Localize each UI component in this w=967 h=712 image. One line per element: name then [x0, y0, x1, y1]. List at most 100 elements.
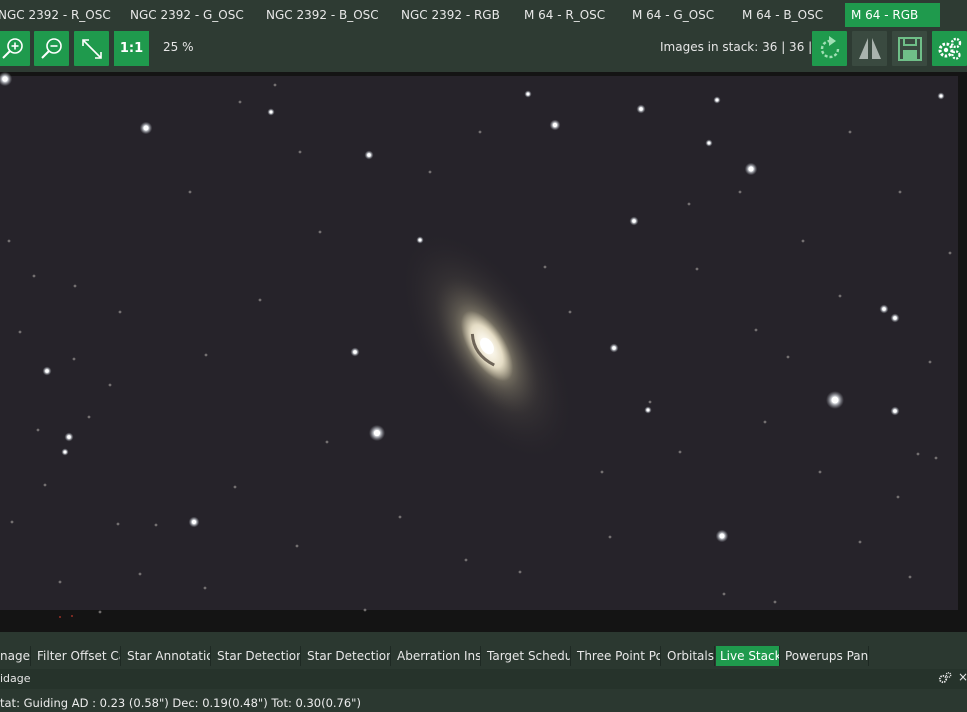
star-core [67, 435, 71, 439]
faint-star [18, 330, 22, 334]
image-tab-ngc2392-b[interactable]: NGC 2392 - B_OSC [260, 3, 388, 27]
zoom-in-icon [1, 37, 23, 59]
fit-to-window-icon [81, 38, 102, 59]
hot-pixel [59, 616, 61, 618]
close-icon[interactable]: × [958, 670, 967, 684]
panel-tab-powerups[interactable]: Powerups Pane [781, 646, 869, 666]
star-core [143, 125, 149, 131]
zoom-in-button[interactable] [0, 31, 30, 66]
star-core [893, 409, 897, 413]
panel-tab-star-detection-2[interactable]: Star Detection [303, 646, 391, 666]
image-tab-m64-rgb[interactable]: M 64 - RGB [845, 3, 940, 27]
star-core [353, 350, 357, 354]
faint-star [754, 328, 758, 332]
faint-star [87, 415, 91, 419]
faint-star [478, 130, 482, 134]
faint-star [908, 575, 912, 579]
star-core [707, 141, 711, 145]
star-core [632, 219, 636, 223]
faint-star [325, 440, 329, 444]
faint-star [295, 544, 299, 548]
star-core [63, 450, 67, 454]
faint-star [608, 535, 612, 539]
faint-star [722, 592, 726, 596]
flip-button[interactable] [852, 31, 887, 66]
star-core [715, 98, 719, 102]
star-core [418, 238, 422, 242]
star-core [639, 107, 643, 111]
image-tab-ngc2392-r[interactable]: NGC 2392 - R_OSC [0, 3, 112, 27]
faint-star [786, 355, 790, 359]
image-tab-m64-b[interactable]: M 64 - B_OSC [736, 3, 842, 27]
stack-count-label: Images in stack: 36 | 36 | 36 [660, 40, 832, 54]
star-core [939, 94, 943, 98]
faint-star [43, 483, 47, 487]
image-viewport[interactable] [0, 72, 967, 632]
viewer-toolbar: 1:1 25 % Images in stack: 36 | 36 | 36 [0, 28, 967, 72]
guidance-panel-title: idage [0, 672, 31, 685]
save-icon [897, 36, 922, 61]
panel-tab-orbitals[interactable]: Orbitals [663, 646, 715, 666]
faint-star [204, 353, 208, 357]
faint-star [687, 202, 691, 206]
gear-icon[interactable] [938, 671, 952, 685]
faint-star [72, 357, 76, 361]
panel-tab-star-detection-1[interactable]: Star Detection [213, 646, 301, 666]
actual-size-button[interactable]: 1:1 [114, 31, 149, 66]
faint-star [258, 298, 262, 302]
faint-star [896, 495, 900, 499]
faint-star [428, 170, 432, 174]
star-core [191, 519, 197, 525]
faint-star [233, 485, 237, 489]
faint-star [773, 600, 777, 604]
faint-star [108, 383, 112, 387]
faint-star [273, 83, 277, 87]
faint-star [738, 190, 742, 194]
star-core [552, 122, 558, 128]
star-core [45, 369, 49, 373]
panel-tab-filter-offset[interactable]: Filter Offset Ca [33, 646, 121, 666]
faint-star [58, 580, 62, 584]
panel-tab-image[interactable]: nage [0, 646, 31, 666]
faint-star [464, 558, 468, 562]
faint-star [678, 450, 682, 454]
fit-to-window-button[interactable] [74, 31, 109, 66]
save-button[interactable] [892, 31, 927, 66]
star-core [748, 166, 754, 172]
zoom-level-label: 25 % [163, 40, 194, 54]
faint-star [568, 310, 572, 314]
faint-star [118, 310, 122, 314]
panel-tab-live-stack[interactable]: Live Stack [716, 646, 780, 666]
zoom-out-button[interactable] [34, 31, 69, 66]
panel-tab-star-annotation[interactable]: Star Annotatio [123, 646, 211, 666]
faint-star [10, 520, 14, 524]
faint-star [763, 420, 767, 424]
panel-tab-target-scheduler[interactable]: Target Schedul [483, 646, 571, 666]
image-tab-ngc2392-rgb[interactable]: NGC 2392 - RGB [395, 3, 513, 27]
settings-button[interactable] [932, 31, 967, 66]
faint-star [188, 190, 192, 194]
faint-star [238, 100, 242, 104]
faint-star [916, 452, 920, 456]
refresh-button[interactable] [812, 31, 847, 66]
star-core [2, 76, 8, 82]
panel-tab-aberration-inspector[interactable]: Aberration Ins [393, 646, 481, 666]
faint-star [318, 230, 322, 234]
flip-icon [858, 37, 881, 59]
faint-star [98, 610, 102, 614]
faint-star [363, 608, 367, 612]
stacked-image[interactable] [0, 72, 967, 632]
faint-star [154, 523, 158, 527]
guiding-status: tat: Guiding AD : 0.23 (0.58") Dec: 0.19… [0, 696, 361, 710]
image-tab-ngc2392-g[interactable]: NGC 2392 - G_OSC [124, 3, 252, 27]
panel-tab-three-point-polar[interactable]: Three Point Po [573, 646, 661, 666]
faint-star [898, 190, 902, 194]
hot-pixel [71, 615, 73, 617]
faint-star [801, 239, 805, 243]
image-tab-bar: NGC 2392 - R_OSC NGC 2392 - G_OSC NGC 23… [0, 0, 967, 28]
image-tab-m64-r[interactable]: M 64 - R_OSC [518, 3, 622, 27]
refresh-icon [820, 35, 839, 58]
image-tab-m64-g[interactable]: M 64 - G_OSC [626, 3, 732, 27]
star-core [526, 92, 530, 96]
zoom-out-icon [40, 37, 62, 59]
